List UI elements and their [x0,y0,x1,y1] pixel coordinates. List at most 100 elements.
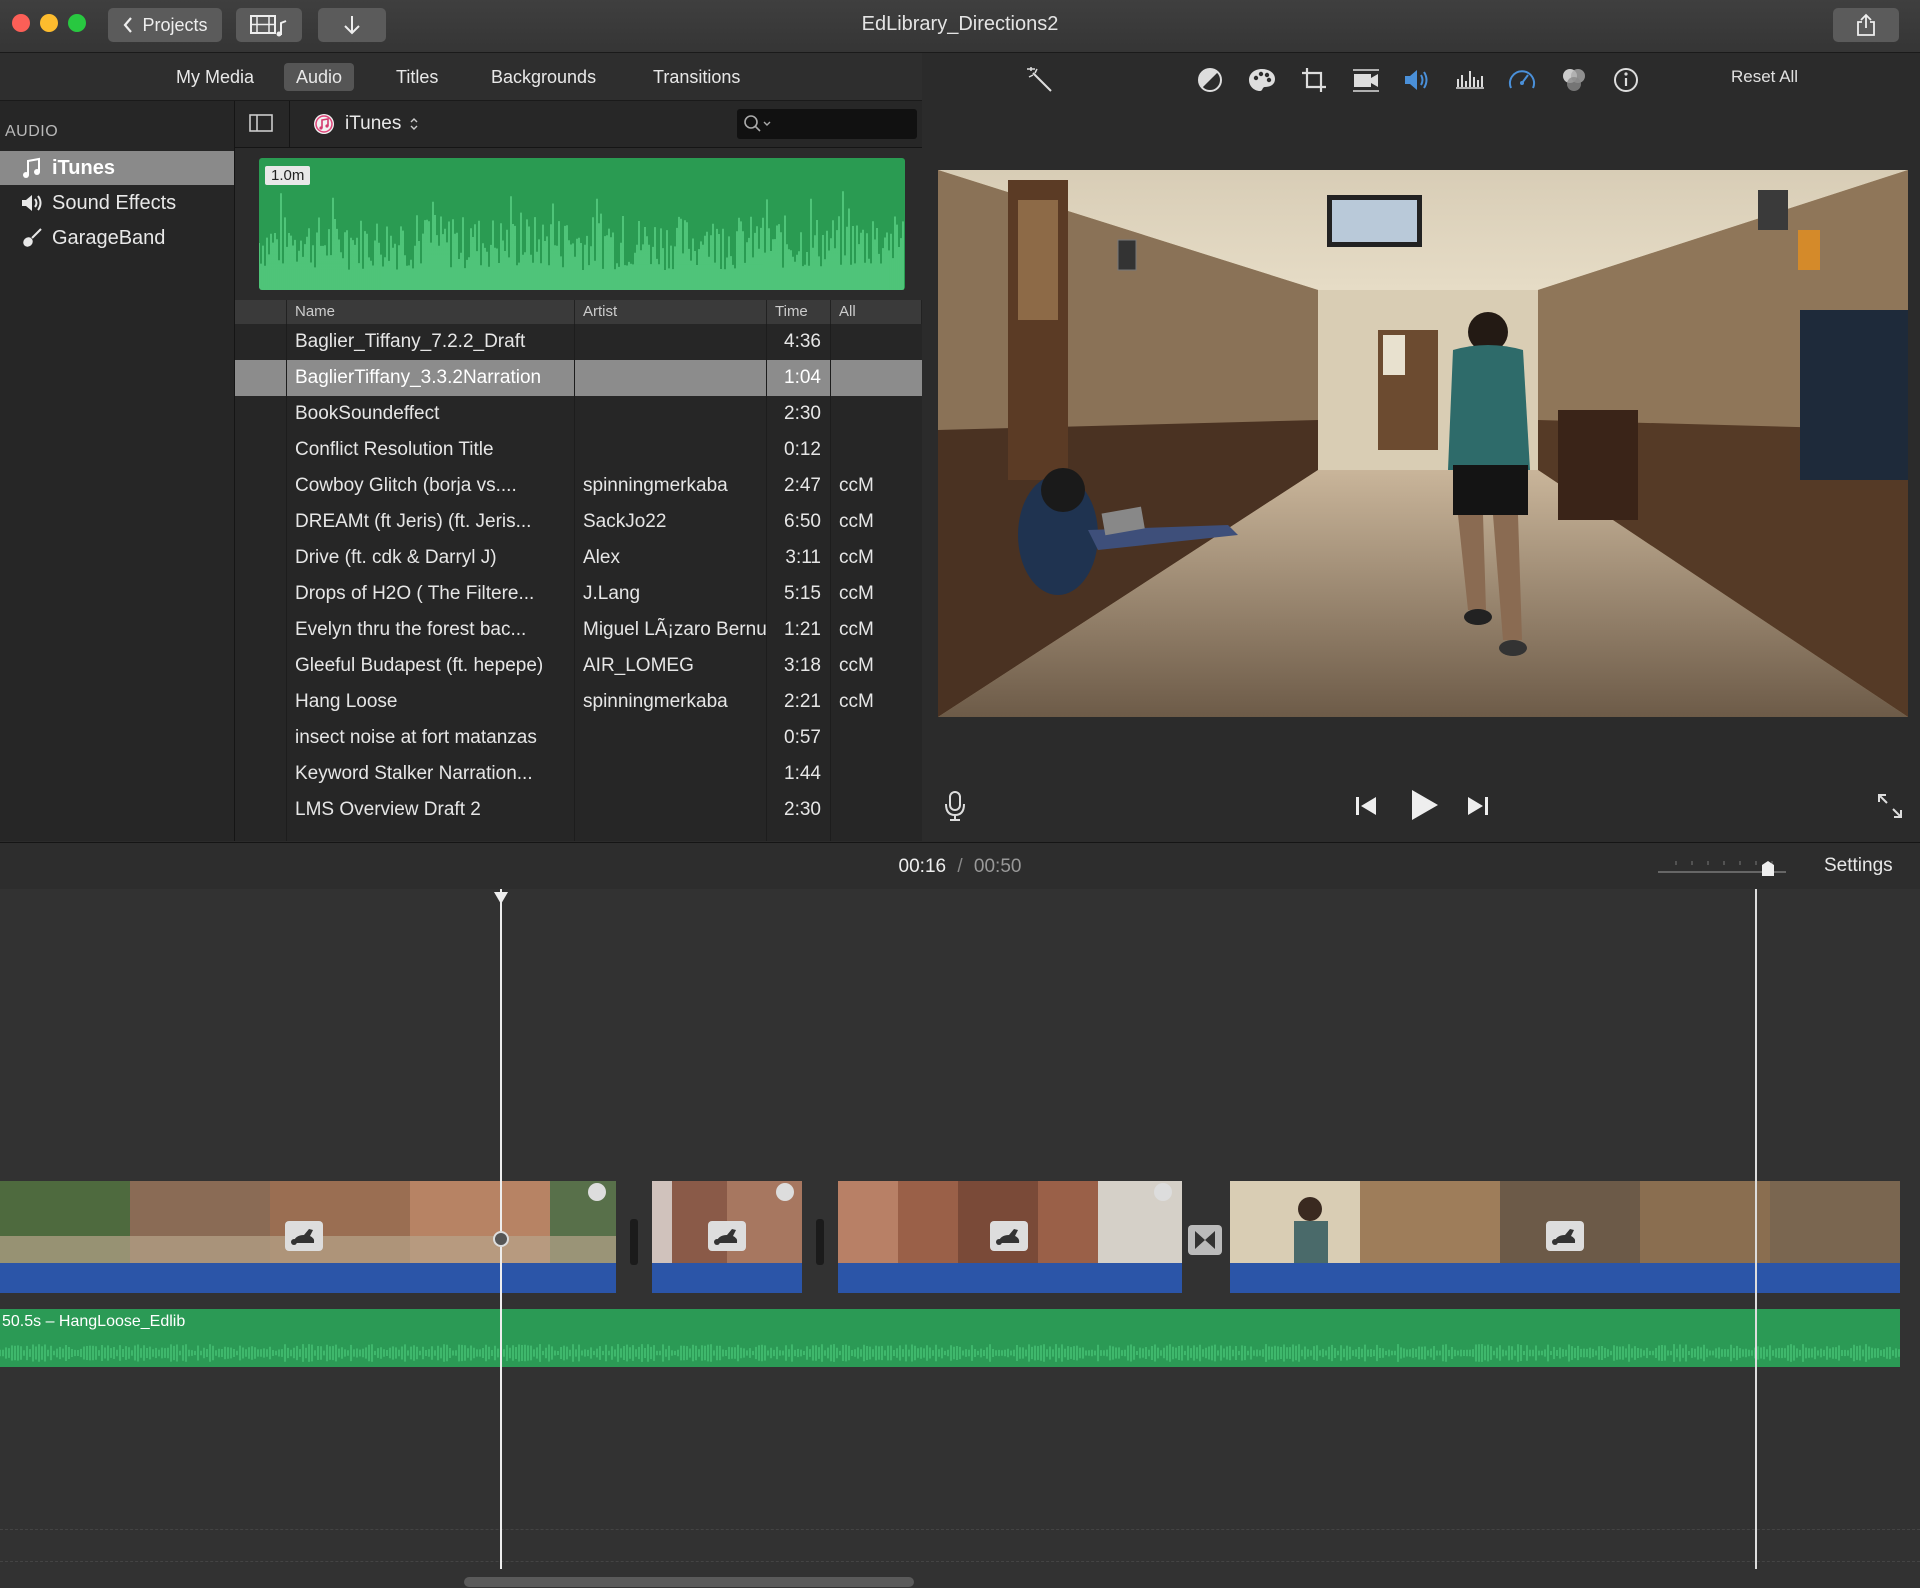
cell-name: Baglier_Tiffany_7.2.2_Draft [295,331,526,352]
sidebar-item-itunes[interactable]: iTunes [0,151,234,185]
cell-time: 2:21 [784,691,821,712]
video-clip-2[interactable] [652,1181,802,1263]
crop-button[interactable] [1297,63,1331,97]
table-row[interactable]: Drive (ft. cdk & Darryl J) Alex 3:11 ccM [235,540,922,576]
transition-marker[interactable] [1188,1225,1222,1255]
timeline-zoom-slider[interactable] [1656,857,1788,877]
clip-transition-handle[interactable] [588,1183,606,1201]
equalizer-icon [1456,71,1484,89]
skip-back-button[interactable] [1354,794,1378,823]
cell-artist: spinningmerkaba [583,475,728,496]
itunes-icon [314,114,334,134]
skip-back-icon [1356,797,1376,815]
table-row[interactable]: BookSoundeffect 2:30 [235,396,922,432]
playhead-handle[interactable] [493,891,509,910]
table-row[interactable]: DREAMt (ft Jeris) (ft. Jeris... SackJo22 6… [235,504,922,540]
toggle-sidebar-button[interactable] [249,113,273,138]
table-row[interactable]: insect noise at fort matanzas 0:57 [235,720,922,756]
table-row[interactable]: Keyword Stalker Narration... 1:44 [235,756,922,792]
color-correction-button[interactable] [1245,63,1279,97]
play-button[interactable] [1408,788,1440,827]
clip-filter-button[interactable] [1557,63,1591,97]
clip-audio-bar [1230,1263,1900,1293]
source-selector[interactable]: iTunes [313,111,419,137]
speed-button[interactable] [1505,63,1539,97]
cell-artist: Miguel LÃ¡zaro Bernuy [583,619,767,640]
background-music-track[interactable]: 50.5s – HangLoose_Edlib [0,1309,1900,1367]
playhead-triangle-icon [494,892,508,904]
crop-icon [1302,68,1326,92]
cell-artist: spinningmerkaba [583,691,728,712]
tab-backgrounds[interactable]: Backgrounds [479,63,608,91]
table-row[interactable]: Gleeful Budapest (ft. hepepe) AIR_LOMEG 3:… [235,648,922,684]
table-row[interactable]: Conflict Resolution Title 0:12 [235,432,922,468]
magic-wand-icon [1027,67,1052,92]
timeline[interactable]: 50.5s – HangLoose_Edlib [0,889,1920,1588]
table-row[interactable]: Baglier_Tiffany_7.2.2_Draft 4:36 [235,324,922,360]
timeline-header: 00:16 / 00:50 Settings [0,842,1920,890]
noise-reduction-button[interactable] [1453,63,1487,97]
table-row[interactable]: Drops of H2O ( The Filtere... J.Lang 5:15 c… [235,576,922,612]
audio-table: Name Artist Time All Baglier_Tiffany_7.2… [235,300,922,841]
playhead[interactable] [500,889,502,1569]
column-header-name[interactable]: Name [287,300,575,324]
column-header-album[interactable]: All [831,300,922,324]
cell-name: insect noise at fort matanzas [295,727,537,748]
playhead-marker [493,1231,509,1247]
tab-my-media[interactable]: My Media [164,63,266,91]
timeline-scrollbar[interactable] [464,1577,914,1587]
column-header-time[interactable]: Time [767,300,831,324]
filter-circles-icon [1563,69,1585,91]
table-row[interactable]: Cowboy Glitch (borja vs.... spinningmerka… [235,468,922,504]
sidebar-item-garageband[interactable]: GarageBand [0,221,234,255]
cell-album [831,792,922,828]
share-button[interactable] [1833,8,1899,42]
audio-waveform[interactable]: 1.0m [259,158,905,290]
waveform-graphic [259,191,904,290]
tab-audio[interactable]: Audio [284,63,355,91]
speaker-icon [20,192,44,214]
cell-artist [575,324,767,360]
color-balance-button[interactable] [1193,63,1227,97]
enhance-button[interactable] [1023,63,1057,97]
skip-forward-icon [1468,797,1488,815]
search-input[interactable] [775,114,909,134]
table-row[interactable]: Hang Loose spinningmerkaba 2:21 ccM [235,684,922,720]
clip-transition-handle[interactable] [776,1183,794,1201]
cell-time: 1:04 [784,367,821,388]
video-clip-3[interactable] [838,1181,1182,1263]
video-clip-1[interactable] [0,1181,616,1263]
skimmer [1755,889,1757,1569]
video-preview[interactable] [938,170,1908,717]
table-row[interactable]: LMS Overview Draft 2 2:30 [235,792,922,828]
search-field[interactable] [737,109,917,139]
reset-all-button[interactable]: Reset All [1731,67,1798,87]
tab-transitions[interactable]: Transitions [641,63,752,91]
table-row[interactable]: BaglierTiffany_3.3.2Narration 1:04 [235,360,922,396]
cell-album [831,756,922,792]
adjustments-toolbar: Reset All [923,53,1920,153]
clip-info-button[interactable] [1609,63,1643,97]
speedometer-icon [1509,70,1535,89]
clip-gap-marker [816,1219,824,1265]
voiceover-button[interactable] [944,790,966,827]
divider [289,101,290,147]
stabilization-button[interactable] [1349,63,1383,97]
sidebar-item-sound-effects[interactable]: Sound Effects [0,186,234,220]
column-header-artist[interactable]: Artist [575,300,767,324]
cell-artist: AIR_LOMEG [583,655,694,676]
fullscreen-button[interactable] [1876,792,1904,825]
cell-album: ccM [839,475,874,496]
browser-header: iTunes [235,101,922,148]
timeline-settings-button[interactable]: Settings [1824,855,1893,877]
cell-time: 0:12 [784,439,821,460]
cell-time: 2:47 [784,475,821,496]
volume-button[interactable] [1401,63,1435,97]
timecode-display: 00:16 / 00:50 [0,856,1920,878]
palette-icon [1249,69,1275,91]
table-row[interactable]: Evelyn thru the forest bac... Miguel LÃ¡z… [235,612,922,648]
skip-forward-button[interactable] [1466,794,1490,823]
clip-transition-handle[interactable] [1154,1183,1172,1201]
video-clip-4[interactable] [1230,1181,1900,1263]
tab-titles[interactable]: Titles [384,63,450,91]
